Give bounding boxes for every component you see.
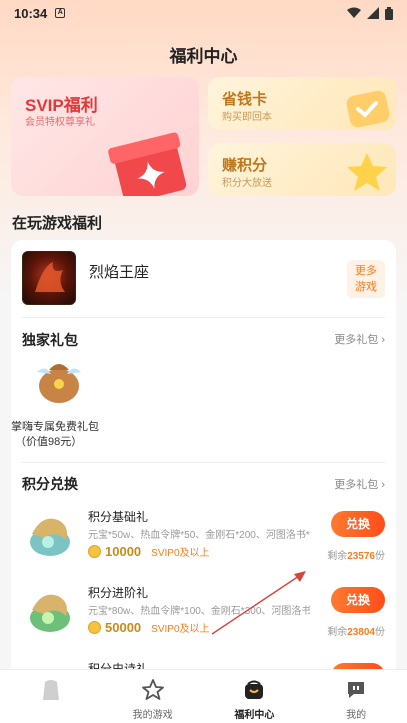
divider [22,317,385,318]
star-icon [141,679,164,700]
earn-points-title: 赚积分 [222,157,268,174]
gift-name-line2: （价值98元） [15,436,83,448]
divider [22,462,385,463]
section-title-playing-games: 在玩游戏福利 [12,215,103,232]
gift-box-icon [108,132,187,196]
exclusive-gift-heading: 独家礼包 [22,332,78,348]
coin-icon [88,621,101,634]
more-games-label-2: 游戏 [355,281,377,293]
earn-points-card[interactable]: 赚积分 积分大放送 [208,143,396,196]
dragon-gift-icon [30,594,70,632]
battery-icon [385,6,393,20]
exchange-item-title: 积分进阶礼 [88,586,149,600]
check-card-icon [346,90,390,128]
svip-requirement: SVIP0及以上 [151,548,210,559]
remaining-suffix: 份 [375,551,385,562]
signal-icon [367,7,379,19]
exchange-button[interactable]: 兑换 [331,587,385,613]
star-icon [347,153,387,191]
status-time: 10:34 [14,5,48,21]
exchange-item: 积分基础礼 元宝*50w、热血令牌*50、金刚石*200、河图洛书*10 100… [22,504,385,578]
exchange-item-desc: 元宝*80w、热血令牌*100、金刚石*300、河图洛书*15 [88,606,310,617]
game-icon [22,251,76,305]
status-icons [347,6,393,20]
game-row[interactable]: 烈焰王座 更多 游戏 [22,251,385,307]
earn-points-subtitle: 积分大放送 [222,178,272,189]
exchange-item: 积分进阶礼 元宝*80w、热血令牌*100、金刚石*300、河图洛书*15 50… [22,580,385,654]
dragon-gift-icon [30,518,70,556]
tab-label: 我的 [346,710,367,721]
remaining-value: 23804 [347,627,375,638]
svip-welfare-card[interactable]: SVIP福利 会员特权尊享礼 [11,77,199,196]
tab-my-games[interactable]: 我的游戏 [102,670,204,723]
gift-bag-icon[interactable] [31,354,87,404]
home-icon [42,680,59,700]
remaining-count: 剩余23576份 [327,547,385,562]
tab-label: 福利中心 [234,710,275,721]
gift-name[interactable]: 掌嗨专属免费礼包 （价值98元） [11,420,111,450]
welfare-icon [245,680,264,699]
notification-icon: A [55,8,66,18]
more-gifts-link[interactable]: 更多礼包 › [334,331,385,347]
exchange-item-title: 积分基础礼 [88,510,149,524]
gift-name-line1: 掌嗨专属免费礼包 [11,421,99,433]
svip-card-subtitle: 会员特权尊享礼 [25,117,95,128]
status-bar: 10:34 A [0,0,407,26]
points-value: 10000 [105,544,142,559]
more-gifts-link[interactable]: 更多礼包 › [334,476,385,492]
game-name: 烈焰王座 [89,264,150,281]
tab-welfare-center[interactable]: 福利中心 [204,670,306,723]
exchange-item-points: 10000 SVIP0及以上 [88,544,210,559]
tab-mine[interactable]: 我的 [305,670,407,723]
remaining-suffix: 份 [375,627,385,638]
exchange-button[interactable]: 兑换 [331,511,385,537]
exchange-item-points: 50000 SVIP0及以上 [88,620,210,635]
more-games-button[interactable]: 更多 游戏 [347,260,385,298]
exchange-item-desc: 元宝*50w、热血令牌*50、金刚石*200、河图洛书*10 [88,530,310,541]
tab-label: 我的游戏 [132,710,173,721]
games-welfare-panel: 烈焰王座 更多 游戏 独家礼包 更多礼包 › 掌嗨专属免费礼包 （价值98元） … [11,240,396,680]
saving-card-title: 省钱卡 [222,91,268,108]
more-games-label-1: 更多 [355,265,377,277]
remaining-prefix: 剩余 [327,551,348,562]
saving-card[interactable]: 省钱卡 购买即回本 [208,77,396,130]
tab-home[interactable] [0,670,102,723]
svip-requirement: SVIP0及以上 [151,624,210,635]
remaining-prefix: 剩余 [327,627,348,638]
saving-card-subtitle: 购买即回本 [222,112,272,123]
wifi-icon [347,7,361,18]
chat-bubble-icon [348,682,365,698]
coin-icon [88,545,101,558]
points-exchange-heading: 积分兑换 [22,476,78,492]
page-title: 福利中心 [169,47,238,66]
remaining-count: 剩余23804份 [327,623,385,638]
points-value: 50000 [105,620,142,635]
bottom-tab-bar: 我的游戏 福利中心 我的 [0,669,407,723]
remaining-value: 23576 [347,551,375,562]
